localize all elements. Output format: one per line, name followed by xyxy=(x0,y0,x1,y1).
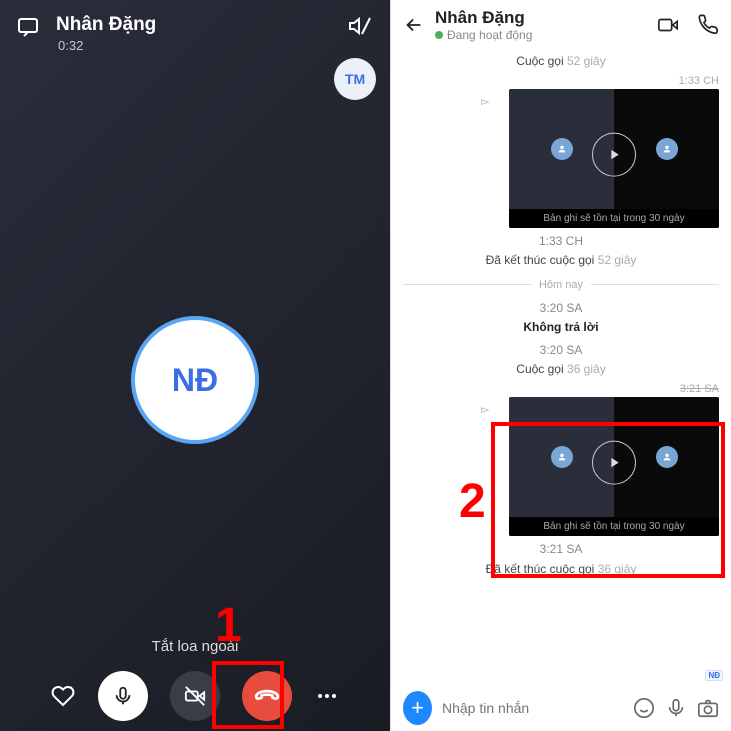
video-thumbnail[interactable]: Bản ghi sẽ tồn tại trong 30 ngày xyxy=(509,89,719,228)
back-button[interactable] xyxy=(403,14,425,36)
video-caption: Bản ghi sẽ tồn tại trong 30 ngày xyxy=(509,517,719,536)
participant-avatar-icon xyxy=(551,446,573,468)
participant-avatar-icon xyxy=(656,138,678,160)
call-contact-name: Nhân Đặng xyxy=(56,14,334,36)
event-time: 3:21 SA xyxy=(403,540,719,559)
date-divider-text: Hôm nay xyxy=(539,279,583,291)
event-label: Cuộc gọi xyxy=(516,54,563,68)
online-indicator-icon xyxy=(435,31,443,39)
chat-input-bar: + xyxy=(391,691,731,725)
end-call-button[interactable] xyxy=(242,671,292,721)
chat-status-text: Đang hoạt động xyxy=(447,28,532,42)
message-time: 1:33 CH xyxy=(403,75,719,87)
read-receipt-badge: NĐ xyxy=(705,670,723,681)
annotation-number-1: 1 xyxy=(215,598,242,653)
chat-header: Nhân Đặng Đang hoạt động xyxy=(391,0,731,48)
call-event: Cuộc gọi 52 giây xyxy=(403,52,719,71)
chat-contact-name: Nhân Đặng xyxy=(435,8,647,28)
event-label: Không trả lời xyxy=(523,320,598,334)
call-event: 1:33 CH Đã kết thúc cuộc gọi 52 giây xyxy=(403,232,719,270)
chat-status: Đang hoạt động xyxy=(435,28,647,42)
video-call-button[interactable] xyxy=(657,14,679,36)
audio-call-button[interactable] xyxy=(697,14,719,36)
more-options-button[interactable] xyxy=(314,683,340,709)
call-event: 3:20 SA Không trả lời xyxy=(403,299,719,337)
video-message-2: ▻ Bản ghi sẽ tồn tại trong 30 ngày xyxy=(497,397,719,536)
chat-header-text: Nhân Đặng Đang hoạt động xyxy=(435,8,647,42)
react-button[interactable] xyxy=(50,683,76,709)
chat-icon[interactable] xyxy=(16,14,42,40)
video-caption: Bản ghi sẽ tồn tại trong 30 ngày xyxy=(509,209,719,228)
speaker-muted-icon[interactable] xyxy=(348,14,374,40)
remote-avatar[interactable]: TM xyxy=(334,58,376,100)
call-event: 3:20 SA Cuộc gọi 36 giây xyxy=(403,341,719,379)
call-controls xyxy=(0,671,390,721)
message-input[interactable] xyxy=(442,700,623,716)
play-icon[interactable] xyxy=(592,440,636,484)
caller-avatar: NĐ xyxy=(131,316,259,444)
chat-screen: Nhân Đặng Đang hoạt động Cuộc gọi 52 giâ… xyxy=(390,0,731,731)
video-off-button[interactable] xyxy=(170,671,220,721)
event-time: 1:33 CH xyxy=(403,232,719,251)
microphone-button[interactable] xyxy=(98,671,148,721)
event-duration: 52 giây xyxy=(567,54,606,68)
call-header: Nhân Đặng 0:32 xyxy=(0,0,390,53)
voice-message-button[interactable] xyxy=(665,697,687,719)
date-divider: Hôm nay xyxy=(403,279,719,291)
participant-avatar-icon xyxy=(656,446,678,468)
sent-indicator-icon: ▻ xyxy=(481,95,489,108)
event-duration: 52 giây xyxy=(598,253,637,267)
camera-button[interactable] xyxy=(697,697,719,719)
event-duration: 36 giây xyxy=(567,362,606,376)
play-icon[interactable] xyxy=(592,132,636,176)
chat-header-actions xyxy=(657,14,719,36)
add-attachment-button[interactable]: + xyxy=(403,691,432,725)
sent-indicator-icon: ▻ xyxy=(481,403,489,416)
participant-avatar-icon xyxy=(551,138,573,160)
event-label: Cuộc gọi xyxy=(516,362,563,376)
event-time: 3:20 SA xyxy=(403,341,719,360)
call-screen: Nhân Đặng 0:32 TM NĐ Tắt loa ngoài 1 xyxy=(0,0,390,731)
event-duration: 36 giây xyxy=(598,562,637,576)
call-title-block: Nhân Đặng 0:32 xyxy=(56,14,334,53)
annotation-number-2: 2 xyxy=(459,474,486,529)
call-event: 3:21 SA Đã kết thúc cuộc gọi 36 giây xyxy=(403,540,719,578)
event-label: Đã kết thúc cuộc gọi xyxy=(486,562,595,576)
call-duration: 0:32 xyxy=(56,38,334,53)
emoji-button[interactable] xyxy=(633,697,655,719)
video-message-1: ▻ Bản ghi sẽ tồn tại trong 30 ngày xyxy=(497,89,719,228)
event-label: Đã kết thúc cuộc gọi xyxy=(486,253,595,267)
video-thumbnail[interactable]: Bản ghi sẽ tồn tại trong 30 ngày xyxy=(509,397,719,536)
event-time: 3:20 SA xyxy=(403,299,719,318)
message-time: 3:21 SA xyxy=(403,383,719,395)
chat-body[interactable]: Cuộc gọi 52 giây 1:33 CH ▻ Bản ghi sẽ tồ… xyxy=(391,48,731,583)
